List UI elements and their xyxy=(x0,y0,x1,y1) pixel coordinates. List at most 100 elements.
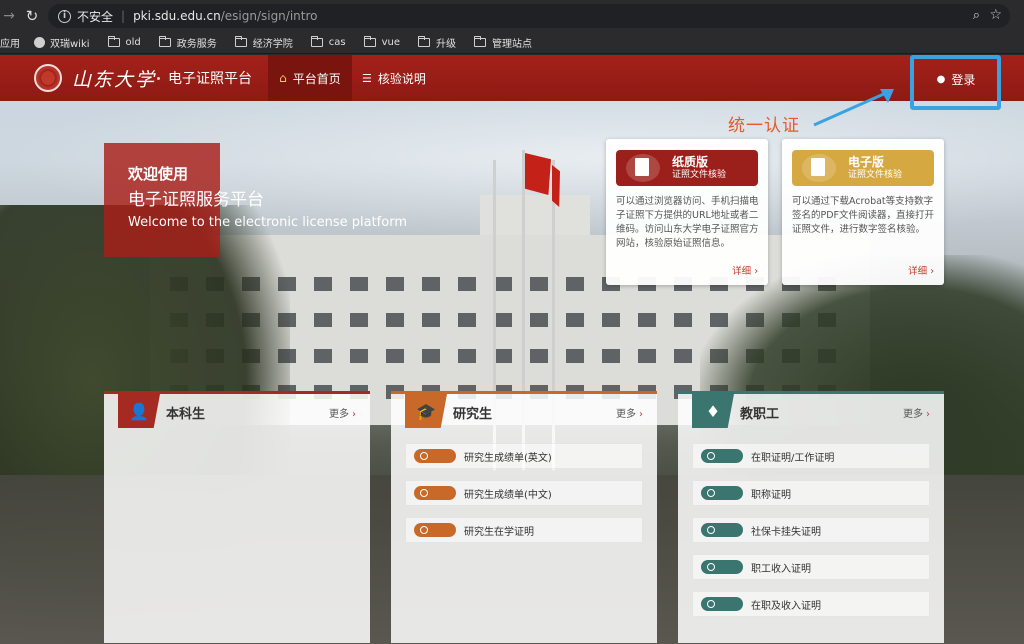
more-label: 更多 xyxy=(329,409,349,420)
toggle-icon xyxy=(701,486,743,500)
panel-title: 教职工 xyxy=(740,407,780,422)
welcome-line1: 欢迎使用 xyxy=(128,165,189,183)
electronic-verify-card[interactable]: 电子版 证照文件核验 可以通过下载Acrobat等支持数字签名的PDF文件阅读器… xyxy=(782,139,944,285)
bookmark-admin[interactable]: 管理站点 xyxy=(474,35,532,50)
bookmark-old[interactable]: old xyxy=(107,36,141,48)
toggle-icon xyxy=(414,486,456,500)
folder-icon xyxy=(418,36,431,47)
insecure-label: 不安全 xyxy=(77,9,114,24)
list-item-label: 研究生成绩单(中文) xyxy=(464,489,552,501)
chevron-right-icon: › xyxy=(926,409,930,420)
more-link[interactable]: 更多 › xyxy=(903,405,930,420)
paper-verify-card[interactable]: 纸质版 证照文件核验 可以通过浏览器访问、手机扫描电子证照下方提供的URL地址或… xyxy=(606,139,768,285)
grad-panel: 🎓 研究生 更多 › 研究生成绩单(英文) 研究生成绩单(中文) 研究生在学证明 xyxy=(391,391,657,643)
pdf-icon xyxy=(802,154,836,182)
annotation-arrow-icon xyxy=(813,89,894,127)
bookmark-label: 升级 xyxy=(436,39,457,50)
bookmark-cas[interactable]: cas xyxy=(310,36,346,48)
card-header: 纸质版 证照文件核验 xyxy=(616,150,758,186)
url-host: pki.sdu.edu.cn xyxy=(133,9,221,23)
divider-dot xyxy=(157,77,160,80)
bookmark-label: 管理站点 xyxy=(492,39,533,50)
more-link[interactable]: 更多 › xyxy=(329,405,356,420)
toggle-icon xyxy=(701,597,743,611)
bookmark-label: 双瑞wiki xyxy=(50,39,90,50)
list-item-label: 职工收入证明 xyxy=(751,563,811,575)
folder-icon xyxy=(474,36,487,47)
nav-verify-guide-label: 核验说明 xyxy=(377,71,426,86)
more-link[interactable]: 更多 › xyxy=(616,405,643,420)
list-item[interactable]: 研究生成绩单(中文) xyxy=(405,480,643,506)
toggle-icon xyxy=(414,523,456,537)
bookmark-label: 政务服务 xyxy=(176,39,217,50)
bookmark-label: vue xyxy=(381,37,401,48)
list-item[interactable]: 在职证明/工作证明 xyxy=(692,443,930,469)
bookmark-vue[interactable]: vue xyxy=(363,36,401,48)
list-item-label: 在职及收入证明 xyxy=(751,600,821,612)
university-seal-logo[interactable] xyxy=(34,64,62,92)
bookmark-apps[interactable]: 应用 xyxy=(0,35,20,50)
toggle-icon xyxy=(701,523,743,537)
undergrad-panel: 👤 本科生 更多 › xyxy=(104,391,370,643)
card-header: 电子版 证照文件核验 xyxy=(792,150,934,186)
list-item[interactable]: 研究生成绩单(英文) xyxy=(405,443,643,469)
card-detail-link[interactable]: 详细 › xyxy=(732,263,758,277)
nav-verify-guide[interactable]: ☰ 核验说明 xyxy=(360,55,426,101)
login-highlight-box xyxy=(910,55,1001,110)
staff-panel: ♦ 教职工 更多 › 在职证明/工作证明 职称证明 社保卡挂失证明 职工收入证明 … xyxy=(678,391,944,643)
graduation-cap-icon: 🎓 xyxy=(405,394,447,428)
chevron-right-icon: › xyxy=(352,409,356,420)
toggle-icon xyxy=(701,560,743,574)
list-item-label: 在职证明/工作证明 xyxy=(751,452,835,464)
bookmark-wiki[interactable]: 双瑞wiki xyxy=(34,35,90,50)
list-item-label: 职称证明 xyxy=(751,489,791,501)
zoom-icon[interactable]: ⌕ xyxy=(973,8,980,23)
globe-icon xyxy=(34,37,45,48)
more-label: 更多 xyxy=(903,409,923,420)
folder-icon xyxy=(107,36,120,47)
bookmark-econ[interactable]: 经济学院 xyxy=(234,35,293,50)
card-subtitle: 证照文件核验 xyxy=(672,170,727,180)
folder-icon xyxy=(158,36,171,47)
person-icon: 👤 xyxy=(118,394,160,428)
card-detail-link[interactable]: 详细 › xyxy=(908,263,934,277)
list-item[interactable]: 职工收入证明 xyxy=(692,554,930,580)
folder-icon xyxy=(310,36,323,47)
folder-icon xyxy=(363,36,376,47)
bookmark-label: 应用 xyxy=(0,39,20,50)
list-item[interactable]: 社保卡挂失证明 xyxy=(692,517,930,543)
url-path: /esign/sign/intro xyxy=(220,9,318,23)
card-subtitle: 证照文件核验 xyxy=(848,170,903,180)
printer-icon xyxy=(626,154,660,182)
reload-icon[interactable]: ↻ xyxy=(18,7,46,25)
nav-home[interactable]: ⌂ 平台首页 xyxy=(268,55,352,101)
nav-home-label: 平台首页 xyxy=(292,71,341,86)
welcome-line2: 电子证照服务平台 xyxy=(128,190,264,210)
bookmark-label: cas xyxy=(328,37,346,48)
panel-title: 本科生 xyxy=(166,407,206,422)
bookmark-star-icon[interactable]: ☆ xyxy=(989,7,1002,23)
bookmark-label: old xyxy=(125,37,141,48)
card-title: 纸质版 xyxy=(672,155,709,169)
divider: | xyxy=(121,9,126,23)
list-item[interactable]: 在职及收入证明 xyxy=(692,591,930,617)
site-title[interactable]: 电子证照平台 xyxy=(168,68,252,88)
info-icon[interactable]: i xyxy=(58,9,71,23)
bookmark-gov[interactable]: 政务服务 xyxy=(158,35,217,50)
folder-icon xyxy=(234,36,247,47)
chevron-right-icon: › xyxy=(639,409,643,420)
address-bar[interactable]: i 不安全 | pki.sdu.edu.cn/esign/sign/intro … xyxy=(48,4,1010,28)
university-logo-text[interactable]: 山东大学 xyxy=(72,65,156,92)
list-item[interactable]: 职称证明 xyxy=(692,480,930,506)
bookmark-label: 经济学院 xyxy=(252,39,293,50)
flag xyxy=(552,165,560,207)
more-label: 更多 xyxy=(616,409,636,420)
toggle-icon xyxy=(414,449,456,463)
flag xyxy=(525,153,551,195)
forward-icon[interactable]: → xyxy=(0,8,18,24)
list-item[interactable]: 研究生在学证明 xyxy=(405,517,643,543)
tie-icon: ♦ xyxy=(692,394,734,428)
card-title: 电子版 xyxy=(848,155,885,169)
bookmark-upgrade[interactable]: 升级 xyxy=(418,35,456,50)
bookmarks-bar: 应用 双瑞wiki old 政务服务 经济学院 cas vue 升级 管理站点 xyxy=(0,32,1024,54)
